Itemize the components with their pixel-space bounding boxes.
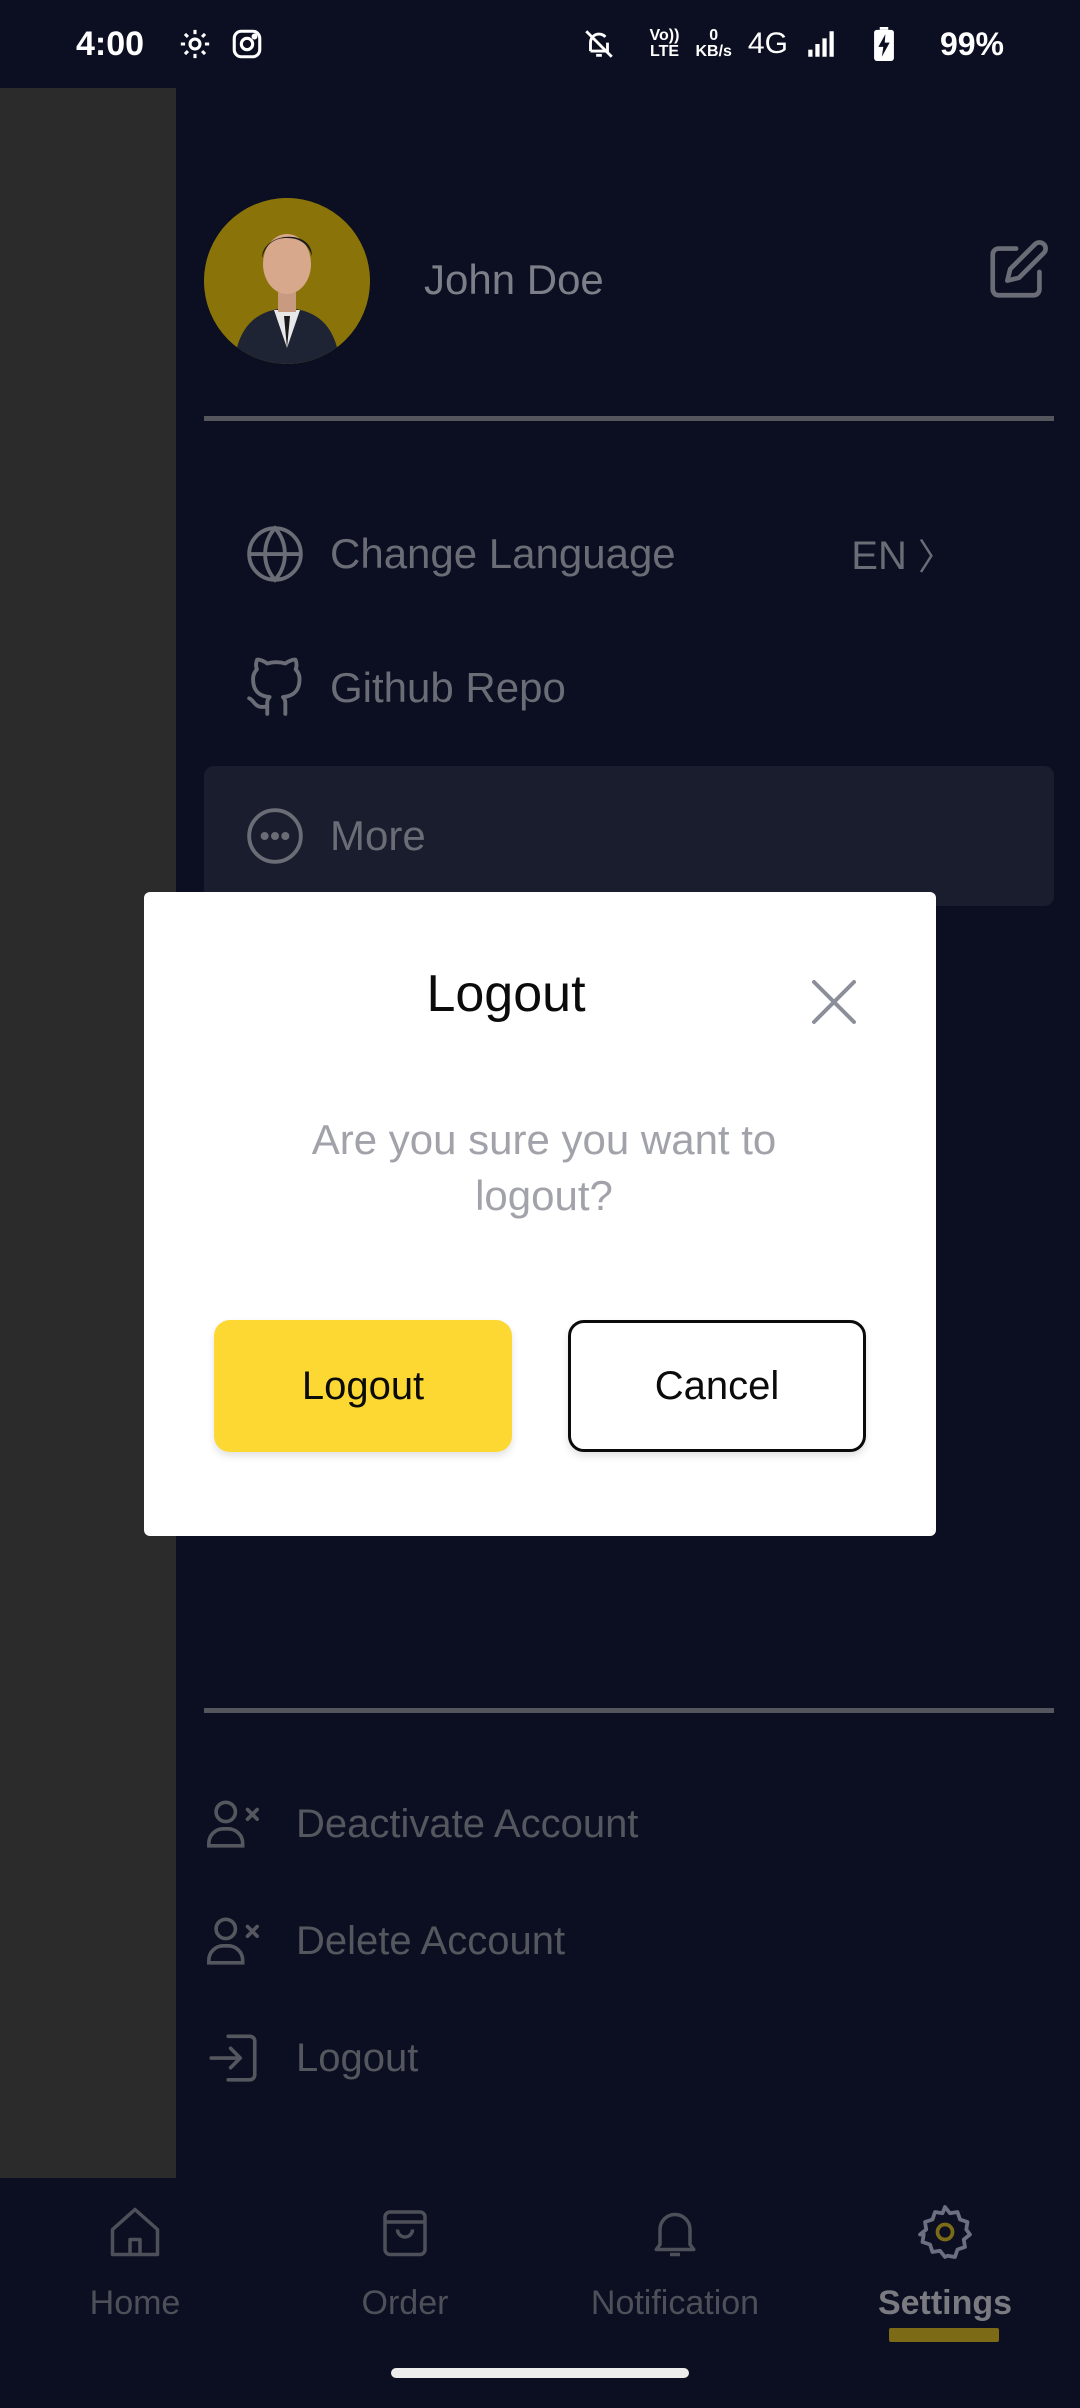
profile-name: John Doe: [424, 256, 604, 303]
nav-label: Notification: [590, 2284, 760, 2322]
avatar[interactable]: [204, 198, 370, 364]
confirm-logout-button[interactable]: Logout: [214, 1320, 512, 1452]
cancel-button[interactable]: Cancel: [568, 1320, 866, 1452]
close-icon[interactable]: [804, 972, 864, 1032]
shopping-bag-icon: [375, 2202, 435, 2262]
user-x-icon: [204, 1912, 262, 1970]
menu-item-github-repo[interactable]: Github Repo: [204, 618, 1054, 758]
menu-item-label: Github Repo: [330, 664, 566, 711]
logout-item[interactable]: Logout: [204, 2008, 1054, 2108]
account-action-label: Deactivate Account: [296, 1801, 639, 1846]
dialog-message: Are you sure you want to logout?: [311, 1116, 777, 1219]
data-speed: 0 KB/s: [695, 27, 732, 60]
menu-item-label: More: [330, 812, 426, 859]
edit-profile-icon[interactable]: [984, 234, 1054, 304]
battery-charging-icon: [872, 27, 906, 61]
nav-home[interactable]: Home: [0, 2178, 270, 2338]
nav-order[interactable]: Order: [270, 2178, 540, 2338]
menu-item-label: Change Language: [330, 530, 676, 577]
divider: [204, 416, 1054, 421]
more-icon: [244, 805, 306, 867]
network-type: 4G: [747, 27, 788, 60]
menu-item-more[interactable]: More: [204, 766, 1054, 906]
deactivate-account-item[interactable]: Deactivate Account: [204, 1774, 1054, 1874]
dialog-title: Logout: [426, 965, 586, 1023]
nav-label: Home: [89, 2284, 181, 2322]
github-icon: [244, 657, 306, 719]
menu-item-change-language[interactable]: Change Language EN 〉: [204, 484, 1054, 624]
chevron-right-icon: 〉: [917, 536, 954, 577]
settings-gear-icon: [915, 2202, 975, 2262]
divider: [204, 1708, 1054, 1713]
logout-dialog: Logout Are you sure you want to logout? …: [144, 892, 936, 1536]
status-time: 4:00: [76, 24, 145, 63]
home-indicator[interactable]: [391, 2368, 689, 2378]
delete-account-item[interactable]: Delete Account: [204, 1891, 1054, 1991]
battery-level: 99%: [939, 25, 1004, 62]
profile-header: John Doe: [204, 198, 1054, 368]
notifications-off-icon: [582, 27, 616, 61]
signal-icon: [804, 27, 838, 61]
gear-icon: [178, 27, 212, 61]
bell-icon: [645, 2202, 705, 2262]
globe-icon: [244, 523, 306, 585]
nav-label: Order: [361, 2284, 449, 2322]
language-value: EN 〉: [851, 534, 954, 578]
instagram-icon: [230, 27, 264, 61]
nav-settings[interactable]: Settings: [810, 2178, 1080, 2338]
account-action-label: Delete Account: [296, 1918, 566, 1963]
nav-notification[interactable]: Notification: [540, 2178, 810, 2338]
nav-label: Settings: [877, 2284, 1013, 2322]
volte-indicator: Vo)) LTE: [649, 27, 680, 60]
home-icon: [105, 2202, 165, 2262]
logout-icon: [204, 2029, 262, 2087]
user-x-icon: [204, 1795, 262, 1853]
active-tab-indicator: [889, 2328, 999, 2342]
status-bar: 4:00 Vo)) LTE 0 KB/s 4G 99%: [0, 0, 1080, 88]
account-action-label: Logout: [296, 2035, 419, 2080]
